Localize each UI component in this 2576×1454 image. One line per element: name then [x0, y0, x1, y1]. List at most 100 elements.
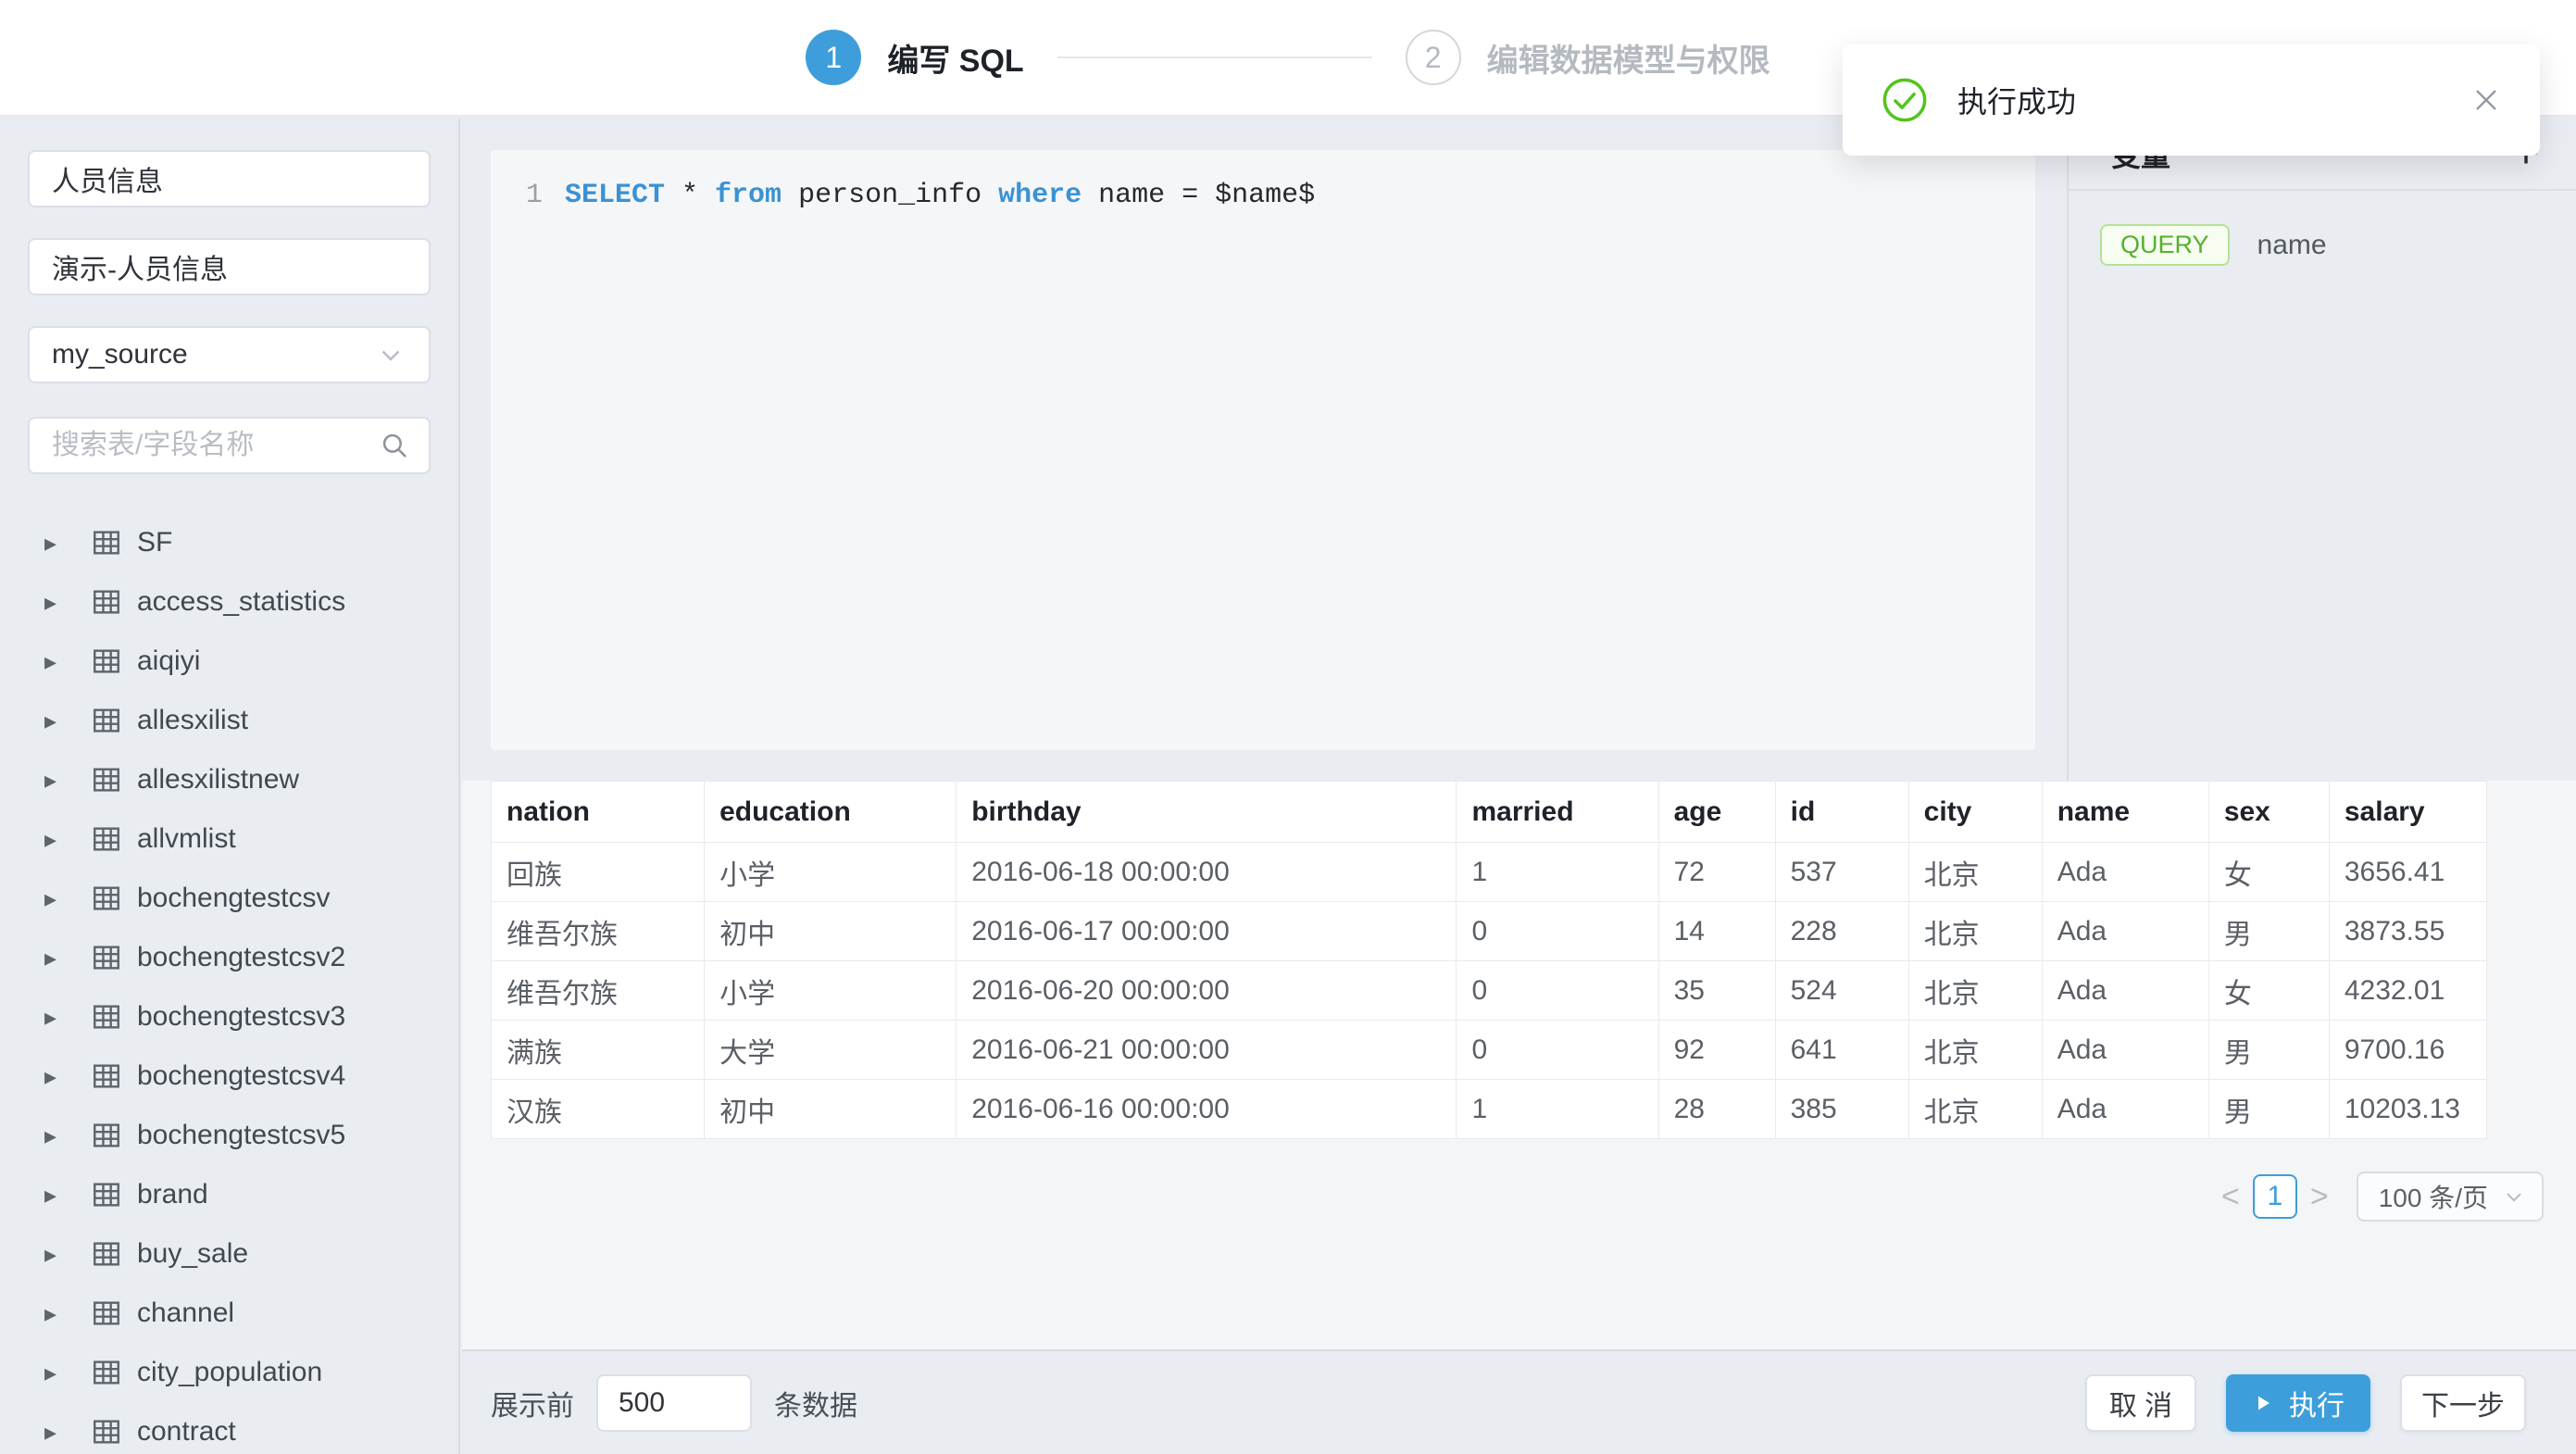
display-name-input[interactable] — [28, 238, 431, 295]
tree-item-bochengtestcsv3[interactable]: ▸bochengtestcsv3 — [28, 987, 431, 1047]
caret-right-icon[interactable]: ▸ — [44, 1359, 65, 1387]
column-header-salary: salary — [2329, 782, 2486, 843]
table-cell: 小学 — [705, 843, 957, 902]
row-limit-input[interactable] — [596, 1374, 752, 1432]
tree-item-label: city_population — [137, 1357, 322, 1388]
caret-right-icon[interactable]: ▸ — [44, 1122, 65, 1150]
tree-item-bochengtestcsv5[interactable]: ▸bochengtestcsv5 — [28, 1106, 431, 1165]
caret-right-icon[interactable]: ▸ — [44, 1003, 65, 1032]
caret-right-icon[interactable]: ▸ — [44, 1181, 65, 1210]
sidebar: my_source ▸SF▸access_statistics▸aiqiyi▸a… — [0, 119, 460, 1454]
variable-item[interactable]: QUERYname — [2100, 224, 2539, 266]
table-cell: Ada — [2042, 1080, 2208, 1139]
table-icon — [91, 1416, 122, 1448]
column-header-education: education — [705, 782, 957, 843]
step-2-edit-model[interactable]: 2 编辑数据模型与权限 — [1406, 30, 1770, 85]
column-header-nation: nation — [492, 782, 705, 843]
toast-message: 执行成功 — [1957, 79, 2076, 121]
page-number[interactable]: 1 — [2253, 1174, 2297, 1219]
table-cell: 回族 — [492, 843, 705, 902]
page-size-select[interactable]: 100 条/页 — [2357, 1172, 2544, 1222]
table-cell: 0 — [1457, 961, 1658, 1021]
table-icon — [91, 705, 122, 736]
tree-item-bochengtestcsv2[interactable]: ▸bochengtestcsv2 — [28, 928, 431, 987]
table-cell: 2016-06-20 00:00:00 — [957, 961, 1457, 1021]
table-row[interactable]: 回族小学2016-06-18 00:00:00172537北京Ada女3656.… — [492, 843, 2487, 902]
caret-right-icon[interactable]: ▸ — [44, 766, 65, 795]
caret-right-icon[interactable]: ▸ — [44, 1418, 65, 1447]
model-name-input[interactable] — [28, 150, 431, 207]
caret-right-icon[interactable]: ▸ — [44, 1240, 65, 1269]
tree-item-contract[interactable]: ▸contract — [28, 1402, 431, 1454]
table-row[interactable]: 维吾尔族初中2016-06-17 00:00:00014228北京Ada男387… — [492, 902, 2487, 961]
execute-button[interactable]: 执行 — [2226, 1374, 2370, 1432]
table-cell: 汉族 — [492, 1080, 705, 1139]
sql-token: * — [665, 180, 715, 211]
caret-right-icon[interactable]: ▸ — [44, 825, 65, 854]
tree-item-allesxilist[interactable]: ▸allesxilist — [28, 691, 431, 750]
cancel-button[interactable]: 取 消 — [2085, 1374, 2196, 1432]
table-cell: 女 — [2208, 843, 2329, 902]
table-cell: Ada — [2042, 1021, 2208, 1080]
next-step-button[interactable]: 下一步 — [2400, 1374, 2526, 1432]
table-cell: 小学 — [705, 961, 957, 1021]
tree-item-label: access_statistics — [137, 586, 345, 618]
variables-list: QUERYname — [2069, 191, 2576, 266]
table-row[interactable]: 满族大学2016-06-21 00:00:00092641北京Ada男9700.… — [492, 1021, 2487, 1080]
caret-right-icon[interactable]: ▸ — [44, 647, 65, 676]
caret-right-icon[interactable]: ▸ — [44, 707, 65, 735]
caret-right-icon[interactable]: ▸ — [44, 944, 65, 972]
tree-item-channel[interactable]: ▸channel — [28, 1284, 431, 1343]
table-row[interactable]: 汉族初中2016-06-16 00:00:00128385北京Ada男10203… — [492, 1080, 2487, 1139]
chevron-down-icon — [375, 339, 406, 370]
tree-item-brand[interactable]: ▸ brand — [28, 1165, 431, 1224]
sql-code[interactable]: SELECT * from person_info where name = $… — [565, 174, 1315, 217]
play-icon — [2252, 1392, 2274, 1414]
table-cell: 男 — [2208, 1021, 2329, 1080]
step-1-write-sql[interactable]: 1 编写 SQL — [806, 30, 1023, 85]
table-icon — [91, 1238, 122, 1270]
table-cell: 维吾尔族 — [492, 902, 705, 961]
table-cell: 3873.55 — [2329, 902, 2486, 961]
next-page-icon[interactable]: > — [2297, 1179, 2342, 1215]
tree-item-aiqiyi[interactable]: ▸aiqiyi — [28, 632, 431, 691]
table-cell: 0 — [1457, 1021, 1658, 1080]
tree-item-label: allesxilistnew — [137, 764, 299, 796]
caret-right-icon[interactable]: ▸ — [44, 1299, 65, 1328]
datasource-select[interactable]: my_source — [28, 326, 431, 383]
variable-name: name — [2257, 230, 2327, 261]
table-cell: 641 — [1775, 1021, 1908, 1080]
table-icon — [91, 586, 122, 618]
table-icon — [91, 1357, 122, 1388]
table-search-input[interactable] — [28, 417, 431, 474]
column-header-age: age — [1658, 782, 1775, 843]
chevron-down-icon — [2501, 1184, 2527, 1210]
caret-right-icon[interactable]: ▸ — [44, 588, 65, 617]
table-cell: 4232.01 — [2329, 961, 2486, 1021]
caret-right-icon[interactable]: ▸ — [44, 529, 65, 558]
tree-item-buy_sale[interactable]: ▸buy_sale — [28, 1224, 431, 1284]
table-cell: 北京 — [1908, 1080, 2042, 1139]
table-cell: 维吾尔族 — [492, 961, 705, 1021]
tree-item-city_population[interactable]: ▸ city_population — [28, 1343, 431, 1402]
tree-item-access_statistics[interactable]: ▸ access_statistics — [28, 572, 431, 632]
tree-item-allesxilistnew[interactable]: ▸ allesxilistnew — [28, 750, 431, 809]
sql-editor[interactable]: 1 SELECT * from person_info where name =… — [491, 150, 2035, 750]
variables-panel: 变量 + QUERYname — [2069, 119, 2576, 781]
table-icon — [91, 764, 122, 796]
prev-page-icon[interactable]: < — [2208, 1179, 2253, 1215]
tree-item-label: brand — [137, 1179, 208, 1210]
limit-prefix-label: 展示前 — [491, 1383, 574, 1423]
tree-item-bochengtestcsv[interactable]: ▸bochengtestcsv — [28, 869, 431, 928]
table-cell: 2016-06-21 00:00:00 — [957, 1021, 1457, 1080]
tree-item-bochengtestcsv4[interactable]: ▸bochengtestcsv4 — [28, 1047, 431, 1106]
table-cell: 北京 — [1908, 1021, 2042, 1080]
caret-right-icon[interactable]: ▸ — [44, 1062, 65, 1091]
tree-item-SF[interactable]: ▸SF — [28, 513, 431, 572]
caret-right-icon[interactable]: ▸ — [44, 884, 65, 913]
search-icon[interactable] — [379, 430, 410, 461]
table-cell: 初中 — [705, 902, 957, 961]
tree-item-allvmlist[interactable]: ▸allvmlist — [28, 809, 431, 869]
close-icon[interactable] — [2471, 85, 2501, 115]
table-row[interactable]: 维吾尔族小学2016-06-20 00:00:00035524北京Ada女423… — [492, 961, 2487, 1021]
